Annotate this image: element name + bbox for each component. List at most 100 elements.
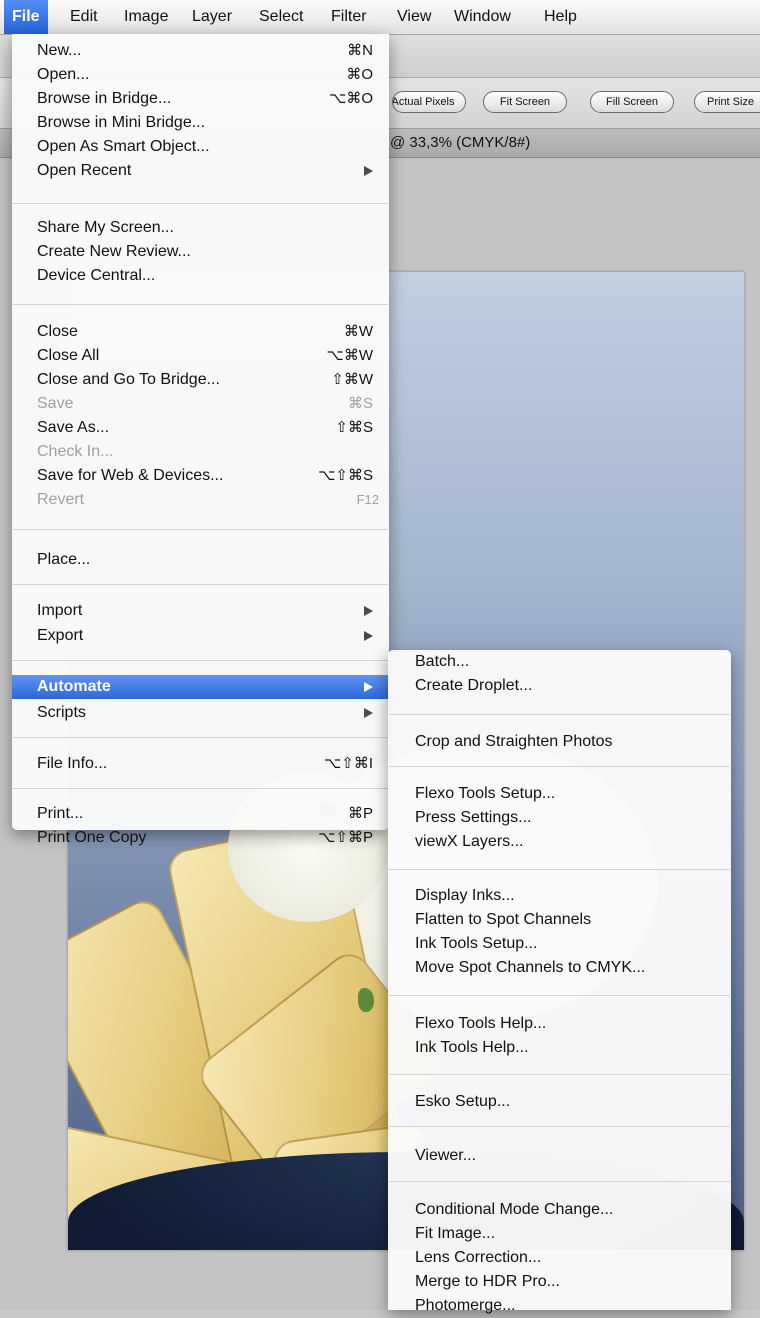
menu-item-open-recent[interactable]: Open Recent bbox=[12, 159, 389, 183]
menu-file[interactable]: File bbox=[4, 0, 48, 34]
menu-item-close-and-go-to-bridge[interactable]: Close and Go To Bridge... ⇧⌘W bbox=[12, 368, 389, 392]
shortcut: ⌥⌘W bbox=[326, 347, 373, 364]
shortcut: ⇧⌘W bbox=[331, 371, 373, 388]
submenu-arrow-icon bbox=[364, 631, 373, 641]
menu-help[interactable]: Help bbox=[536, 0, 585, 34]
menu-item-esko-setup[interactable]: Esko Setup... bbox=[388, 1090, 731, 1114]
menu-item-browse-in-bridge[interactable]: Browse in Bridge... ⌥⌘O bbox=[12, 87, 389, 111]
menu-item-label: Press Settings... bbox=[415, 809, 532, 826]
menu-item-device-central[interactable]: Device Central... bbox=[12, 264, 389, 288]
menu-item-label: Merge to HDR Pro... bbox=[415, 1273, 560, 1290]
menu-item-save-as[interactable]: Save As... ⇧⌘S bbox=[12, 416, 389, 440]
shortcut: ⌘N bbox=[347, 42, 373, 59]
menu-item-crop-and-straighten[interactable]: Crop and Straighten Photos bbox=[388, 730, 731, 754]
menu-item-label: Save As... bbox=[37, 419, 110, 436]
menu-item-label: Save bbox=[37, 395, 74, 412]
shortcut: ⌥⇧⌘P bbox=[318, 829, 373, 846]
menu-separator bbox=[389, 1181, 730, 1182]
fill-screen-button[interactable]: Fill Screen bbox=[590, 91, 674, 113]
menu-item-merge-to-hdr-pro[interactable]: Merge to HDR Pro... bbox=[388, 1270, 731, 1294]
menu-item-label: Place... bbox=[37, 551, 91, 568]
menu-item-label: New... bbox=[37, 42, 82, 59]
menu-item-photomerge[interactable]: Photomerge... bbox=[388, 1294, 731, 1318]
actual-pixels-button[interactable]: Actual Pixels bbox=[392, 91, 466, 113]
menu-item-check-in: Check In... bbox=[12, 440, 389, 464]
menu-window[interactable]: Window bbox=[446, 0, 519, 34]
herb bbox=[358, 988, 374, 1012]
fit-screen-button[interactable]: Fit Screen bbox=[483, 91, 567, 113]
menu-edit[interactable]: Edit bbox=[62, 0, 106, 34]
menu-item-open-as-smart-object[interactable]: Open As Smart Object... bbox=[12, 135, 389, 159]
menu-item-label: Automate bbox=[37, 678, 111, 695]
menu-item-fit-image[interactable]: Fit Image... bbox=[388, 1222, 731, 1246]
menu-item-label: Viewer... bbox=[415, 1147, 477, 1164]
menu-item-move-spot-channels[interactable]: Move Spot Channels to CMYK... bbox=[388, 956, 731, 980]
menu-item-revert: Revert F12 bbox=[12, 488, 389, 512]
menu-item-print-one-copy[interactable]: Print One Copy ⌥⇧⌘P bbox=[12, 826, 389, 850]
menu-item-close-all[interactable]: Close All ⌥⌘W bbox=[12, 344, 389, 368]
menu-item-print[interactable]: Print... ⌘P bbox=[12, 802, 389, 826]
menu-separator bbox=[13, 660, 388, 661]
menu-item-label: Batch... bbox=[415, 653, 470, 670]
automate-submenu: Batch... Create Droplet... Crop and Stra… bbox=[388, 650, 731, 1314]
menu-item-open[interactable]: Open... ⌘O bbox=[12, 63, 389, 87]
menu-item-label: Check In... bbox=[37, 443, 114, 460]
menu-item-label: Esko Setup... bbox=[415, 1093, 511, 1110]
menu-item-label: Scripts bbox=[37, 704, 86, 721]
menu-item-automate[interactable]: Automate bbox=[12, 675, 389, 699]
menu-item-lens-correction[interactable]: Lens Correction... bbox=[388, 1246, 731, 1270]
menu-item-scripts[interactable]: Scripts bbox=[12, 701, 389, 725]
menu-item-file-info[interactable]: File Info... ⌥⇧⌘I bbox=[12, 752, 389, 776]
menu-separator bbox=[389, 1074, 730, 1075]
menu-separator bbox=[13, 203, 388, 204]
shortcut: ⌘W bbox=[343, 323, 373, 340]
menu-item-label: Flexo Tools Setup... bbox=[415, 785, 556, 802]
menu-item-ink-tools-help[interactable]: Ink Tools Help... bbox=[388, 1036, 731, 1060]
menu-item-flatten-to-spot-channels[interactable]: Flatten to Spot Channels bbox=[388, 908, 731, 932]
menu-item-flexo-tools-help[interactable]: Flexo Tools Help... bbox=[388, 1012, 731, 1036]
menu-item-flexo-tools-setup[interactable]: Flexo Tools Setup... bbox=[388, 782, 731, 806]
menu-item-conditional-mode-change[interactable]: Conditional Mode Change... bbox=[388, 1198, 731, 1222]
menu-bar: File Edit Image Layer Select Filter View… bbox=[0, 0, 760, 35]
menu-layer[interactable]: Layer bbox=[184, 0, 240, 34]
menu-item-export[interactable]: Export bbox=[12, 624, 389, 648]
menu-item-viewx-layers[interactable]: viewX Layers... bbox=[388, 830, 731, 854]
menu-item-ink-tools-setup[interactable]: Ink Tools Setup... bbox=[388, 932, 731, 956]
menu-item-label: Import bbox=[37, 602, 83, 619]
menu-item-viewer[interactable]: Viewer... bbox=[388, 1144, 731, 1168]
menu-item-close[interactable]: Close ⌘W bbox=[12, 320, 389, 344]
menu-view[interactable]: View bbox=[389, 0, 439, 34]
menu-item-create-new-review[interactable]: Create New Review... bbox=[12, 240, 389, 264]
menu-item-share-my-screen[interactable]: Share My Screen... bbox=[12, 216, 389, 240]
menu-item-browse-in-mini-bridge[interactable]: Browse in Mini Bridge... bbox=[12, 111, 389, 135]
menu-filter[interactable]: Filter bbox=[323, 0, 375, 34]
menu-item-label: Fit Image... bbox=[415, 1225, 496, 1242]
menu-select[interactable]: Select bbox=[251, 0, 311, 34]
menu-item-press-settings[interactable]: Press Settings... bbox=[388, 806, 731, 830]
menu-item-batch[interactable]: Batch... bbox=[388, 650, 731, 674]
menu-separator bbox=[13, 737, 388, 738]
shortcut: ⌘P bbox=[347, 805, 373, 822]
menu-item-label: Share My Screen... bbox=[37, 219, 174, 236]
menu-separator bbox=[389, 714, 730, 715]
menu-item-place[interactable]: Place... bbox=[12, 548, 389, 572]
submenu-arrow-icon bbox=[364, 708, 373, 718]
menu-item-label: Create New Review... bbox=[37, 243, 191, 260]
menu-item-display-inks[interactable]: Display Inks... bbox=[388, 884, 731, 908]
print-size-button[interactable]: Print Size bbox=[694, 91, 760, 113]
menu-item-save-for-web[interactable]: Save for Web & Devices... ⌥⇧⌘S bbox=[12, 464, 389, 488]
menu-image[interactable]: Image bbox=[116, 0, 176, 34]
menu-item-label: Display Inks... bbox=[415, 887, 515, 904]
menu-item-create-droplet[interactable]: Create Droplet... bbox=[388, 674, 731, 698]
menu-item-label: viewX Layers... bbox=[415, 833, 524, 850]
menu-item-new[interactable]: New... ⌘N bbox=[12, 39, 389, 63]
menu-item-label: Flexo Tools Help... bbox=[415, 1015, 547, 1032]
shortcut: ⇧⌘S bbox=[335, 419, 373, 436]
menu-separator bbox=[389, 869, 730, 870]
menu-item-label: Print One Copy bbox=[37, 829, 147, 846]
menu-item-import[interactable]: Import bbox=[12, 599, 389, 623]
menu-item-label: Move Spot Channels to CMYK... bbox=[415, 959, 646, 976]
document-title: @ 33,3% (CMYK/8#) bbox=[390, 134, 531, 151]
menu-item-label: Crop and Straighten Photos bbox=[415, 733, 613, 750]
menu-item-label: Export bbox=[37, 627, 84, 644]
